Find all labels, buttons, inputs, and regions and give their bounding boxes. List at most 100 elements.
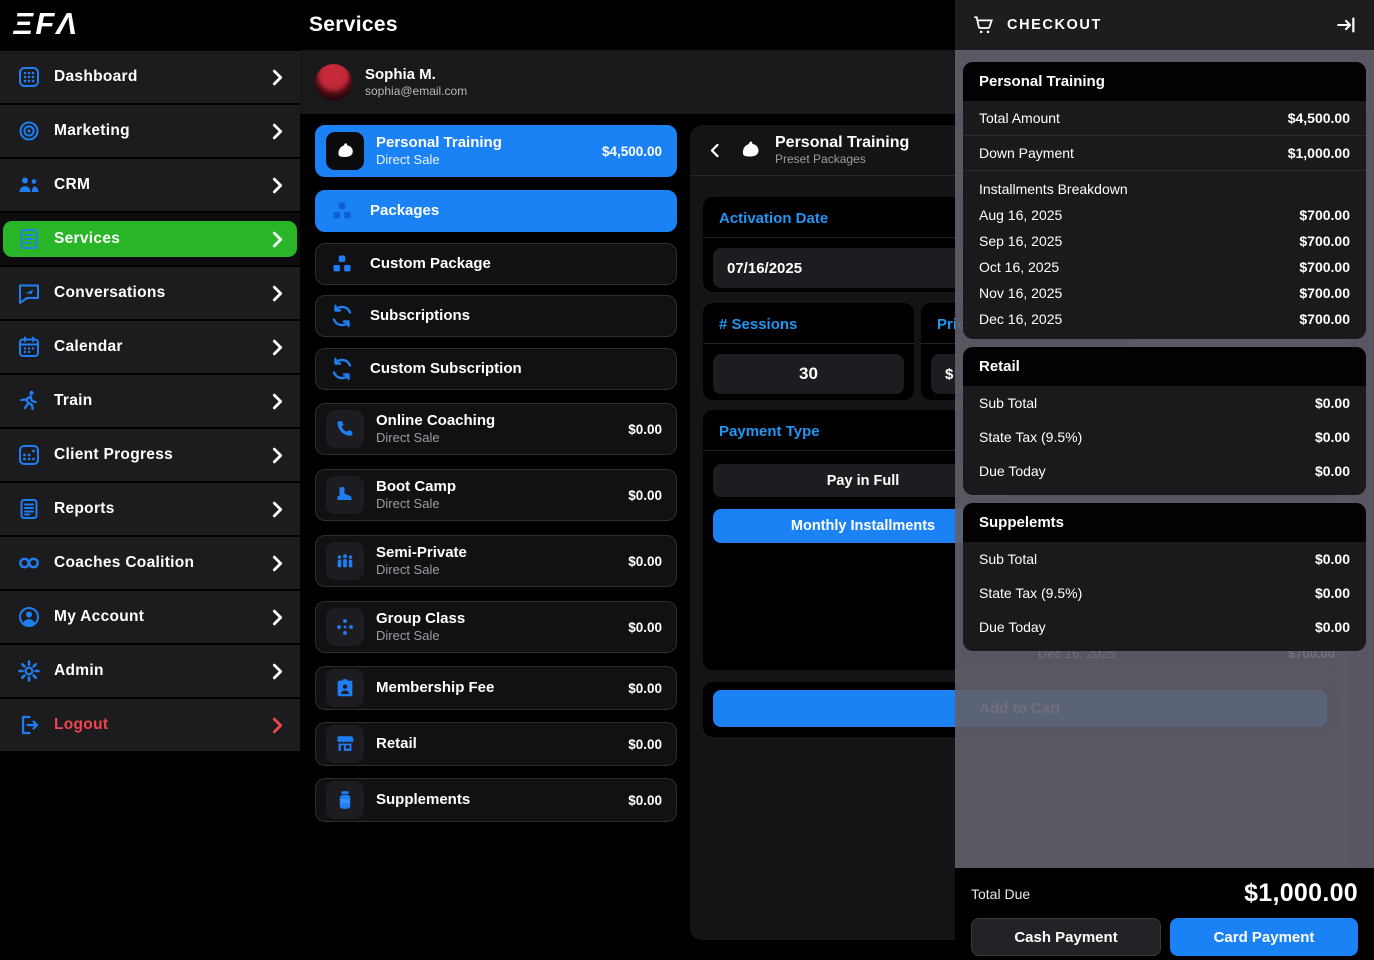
sidebar-item-my-account[interactable]: My Account [0,591,300,643]
checkout-title: CHECKOUT [1007,17,1102,33]
breakdown-row: Sep 16, 2025 $700.00 [963,228,1366,254]
checkout-section-title: Retail [963,347,1366,386]
service-price: $0.00 [628,793,662,808]
sidebar-item-label: Calendar [54,338,123,356]
sidebar-item-conversations[interactable]: Conversations [0,267,300,319]
sidebar-item-label: Reports [54,500,115,518]
service-title: Custom Package [370,255,491,273]
breakdown-row: Nov 16, 2025 $700.00 [963,280,1366,306]
breakdown-date: Dec 16, 2025 [979,311,1062,327]
conversations-icon [17,281,41,305]
services-list: Personal Training Direct Sale $4,500.00 … [315,0,677,960]
summary-value: $0.00 [1315,429,1350,445]
cash-payment-button[interactable]: Cash Payment [971,918,1161,956]
service-card-boot-camp[interactable]: Boot Camp Direct Sale $0.00 [315,469,677,521]
sidebar-item-coaches-coalition[interactable]: Coaches Coalition [0,537,300,589]
refresh-icon [326,357,358,381]
active-item-highlight [3,221,297,257]
collapse-drawer-icon[interactable] [1335,14,1357,36]
service-card-membership-fee[interactable]: Membership Fee $0.00 [315,666,677,710]
services-icon [17,227,41,251]
service-title: Custom Subscription [370,360,522,378]
summary-label: Down Payment [979,145,1074,161]
detail-title: Personal Training [775,133,909,152]
checkout-section-title: Suppelemts [963,503,1366,542]
breakdown-amount: $700.00 [1299,259,1350,275]
total-due-row: Total Due $1,000.00 [971,879,1358,908]
service-subtitle: Direct Sale [376,152,502,168]
summary-row: State Tax (9.5%) $0.00 [963,576,1366,610]
summary-value: $1,000.00 [1288,145,1350,161]
service-title: Semi-Private [376,544,467,562]
checkout-card-personal-training: Personal Training Total Amount $4,500.00… [963,62,1366,339]
chevron-right-icon [272,501,283,518]
back-chevron-icon[interactable] [706,141,725,160]
summary-label: Due Today [979,463,1046,479]
summary-label: Total Amount [979,110,1060,126]
service-card-custom-package[interactable]: Custom Package [315,243,677,285]
blocks-icon [326,252,358,276]
service-title: Personal Training [376,134,502,152]
summary-label: Sub Total [979,551,1037,567]
service-card-supplements[interactable]: Supplements $0.00 [315,778,677,822]
checkout-card-retail: Retail Sub Total $0.00 State Tax (9.5%) … [963,347,1366,495]
sidebar-item-services[interactable]: Services [0,213,300,265]
total-due-value: $1,000.00 [1244,879,1358,908]
sidebar-item-label: Dashboard [54,68,138,86]
sidebar-item-admin[interactable]: Admin [0,645,300,697]
sessions-label: # Sessions [703,303,914,344]
card-payment-button[interactable]: Card Payment [1170,918,1358,956]
service-card-personal-training[interactable]: Personal Training Direct Sale $4,500.00 [315,125,677,177]
sidebar-item-label: Logout [54,716,108,734]
summary-value: $0.00 [1315,619,1350,635]
store-icon [326,725,364,763]
sidebar-item-dashboard[interactable]: Dashboard [0,51,300,103]
service-price: $0.00 [628,422,662,437]
service-card-packages[interactable]: Packages [315,190,677,232]
service-price: $0.00 [628,737,662,752]
sidebar-item-label: Services [54,230,120,248]
summary-row: Due Today $0.00 [963,610,1366,644]
checkout-drawer: CHECKOUT Personal Training Total Amount … [955,0,1374,960]
blocks-icon [326,199,358,223]
service-card-retail[interactable]: Retail $0.00 [315,722,677,766]
chevron-right-icon [272,717,283,734]
service-card-subscriptions[interactable]: Subscriptions [315,295,677,337]
sidebar-item-reports[interactable]: Reports [0,483,300,535]
sidebar-item-calendar[interactable]: Calendar [0,321,300,373]
chevron-right-icon [272,123,283,140]
service-price: $0.00 [628,554,662,569]
summary-label: State Tax (9.5%) [979,585,1082,601]
admin-gear-icon [17,659,41,683]
sidebar-item-marketing[interactable]: Marketing [0,105,300,157]
sidebar-item-crm[interactable]: CRM [0,159,300,211]
sidebar-item-label: Conversations [54,284,166,302]
coaches-coalition-infinity-icon [17,551,41,575]
sidebar-item-label: Coaches Coalition [54,554,194,572]
reports-icon [17,497,41,521]
breakdown-title: Installments Breakdown [963,171,1366,202]
service-card-custom-subscription[interactable]: Custom Subscription [315,348,677,390]
summary-value: $4,500.00 [1288,110,1350,126]
breakdown-amount: $700.00 [1299,233,1350,249]
chevron-right-icon [272,177,283,194]
calendar-icon [17,335,41,359]
logout-icon [17,713,41,737]
crm-icon [17,173,41,197]
breakdown-amount: $700.00 [1299,285,1350,301]
service-title: Membership Fee [376,679,494,697]
chevron-right-icon [272,69,283,86]
checkout-section-title: Personal Training [963,62,1366,101]
sidebar-item-train[interactable]: Train [0,375,300,427]
sidebar-item-logout[interactable]: Logout [0,699,300,751]
service-card-semi-private[interactable]: Semi-Private Direct Sale $0.00 [315,535,677,587]
sessions-input[interactable]: 30 [713,354,904,394]
dashboard-icon [17,65,41,89]
cart-icon [972,14,994,36]
service-title: Packages [370,202,439,220]
service-card-online-coaching[interactable]: Online Coaching Direct Sale $0.00 [315,403,677,455]
summary-row: Sub Total $0.00 [963,386,1366,420]
service-card-group-class[interactable]: Group Class Direct Sale $0.00 [315,601,677,653]
service-title: Retail [376,735,417,753]
sidebar-item-client-progress[interactable]: Client Progress [0,429,300,481]
